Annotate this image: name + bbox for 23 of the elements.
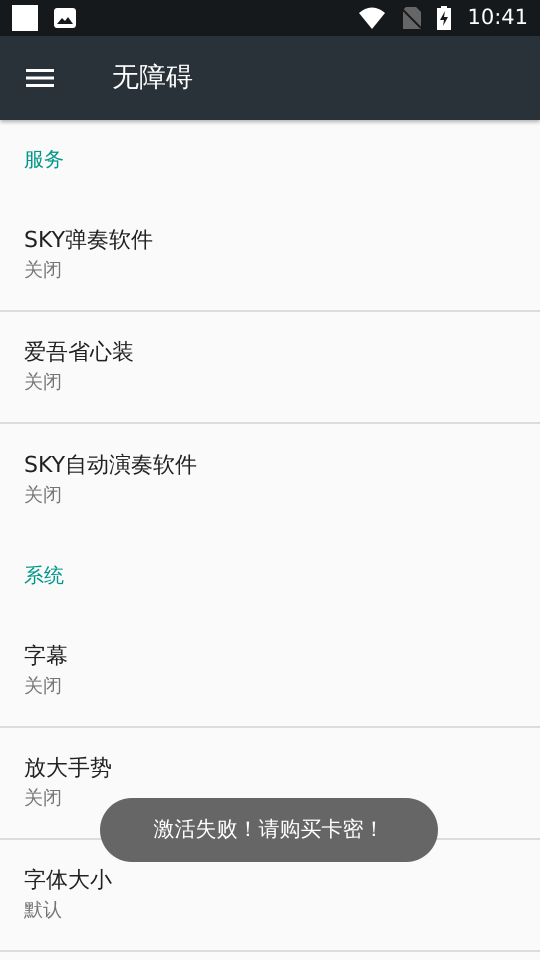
- no-sim-icon: [401, 7, 422, 29]
- menu-icon: [26, 68, 54, 88]
- app-bar-title: 无障碍: [112, 60, 193, 95]
- setting-title[interactable]: SKY弹奏软件: [24, 226, 516, 258]
- category-header: 服务: [23, 146, 65, 173]
- setting-title[interactable]: SKY自动演奏软件: [24, 451, 516, 482]
- setting-summary: 关闭: [24, 674, 63, 700]
- setting-title[interactable]: 字幕: [24, 642, 516, 674]
- setting-summary: 关闭: [24, 370, 63, 396]
- clock-time: 10:41: [467, 4, 528, 32]
- setting-summary: 默认: [24, 898, 63, 924]
- battery-charging-icon: [437, 6, 452, 30]
- image-icon: [54, 8, 76, 28]
- setting-title[interactable]: 字体大小: [24, 866, 516, 898]
- setting-summary: 关闭: [24, 786, 63, 812]
- setting-summary: 关闭: [24, 258, 63, 284]
- wifi-icon: [359, 7, 386, 29]
- notification-icon: [12, 5, 38, 31]
- toast-message: 激活失败！请购买卡密！: [100, 798, 438, 862]
- category-header: 系统: [23, 562, 65, 589]
- setting-title[interactable]: 放大手势: [24, 754, 516, 786]
- setting-title[interactable]: 爱吾省心装: [24, 338, 516, 370]
- setting-summary: 关闭: [24, 483, 63, 508]
